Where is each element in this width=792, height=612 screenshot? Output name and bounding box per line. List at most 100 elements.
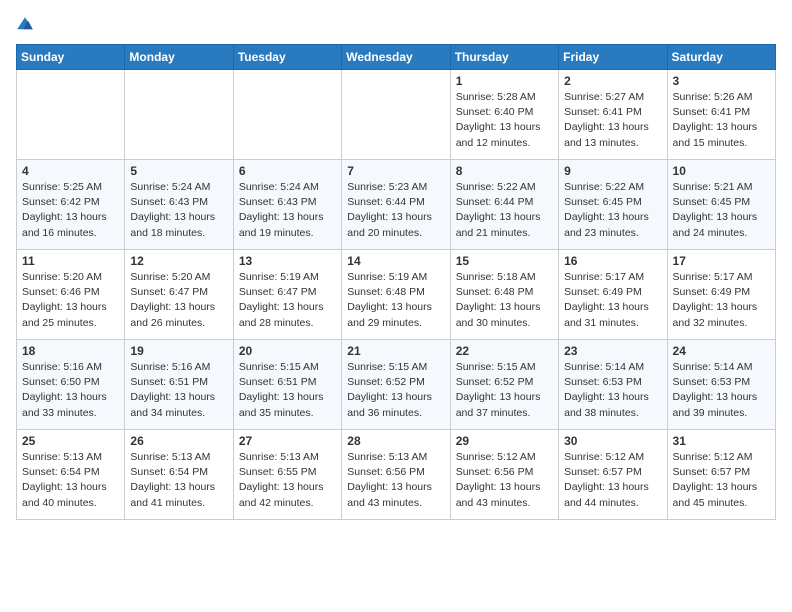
day-info: Sunrise: 5:17 AM Sunset: 6:49 PM Dayligh… bbox=[564, 270, 661, 331]
day-number: 19 bbox=[130, 344, 227, 358]
day-number: 17 bbox=[673, 254, 770, 268]
day-number: 8 bbox=[456, 164, 553, 178]
day-info: Sunrise: 5:28 AM Sunset: 6:40 PM Dayligh… bbox=[456, 90, 553, 151]
calendar-week-row: 1 Sunrise: 5:28 AM Sunset: 6:40 PM Daylig… bbox=[17, 70, 776, 160]
calendar-cell: 13 Sunrise: 5:19 AM Sunset: 6:47 PM Dayli… bbox=[233, 250, 341, 340]
day-number: 10 bbox=[673, 164, 770, 178]
weekday-header: Monday bbox=[125, 45, 233, 70]
day-info: Sunrise: 5:24 AM Sunset: 6:43 PM Dayligh… bbox=[130, 180, 227, 241]
calendar-week-row: 25Sunrise: 5:13 AM Sunset: 6:54 PM Dayli… bbox=[17, 430, 776, 520]
calendar-cell: 19 Sunrise: 5:16 AM Sunset: 6:51 PM Dayli… bbox=[125, 340, 233, 430]
day-number: 23 bbox=[564, 344, 661, 358]
day-info: Sunrise: 5:14 AM Sunset: 6:53 PM Dayligh… bbox=[564, 360, 661, 421]
day-info: Sunrise: 5:13 AM Sunset: 6:54 PM Dayligh… bbox=[22, 450, 119, 511]
day-info: Sunrise: 5:20 AM Sunset: 6:47 PM Dayligh… bbox=[130, 270, 227, 331]
calendar-cell: 4 Sunrise: 5:25 AM Sunset: 6:42 PM Daylig… bbox=[17, 160, 125, 250]
day-number: 22 bbox=[456, 344, 553, 358]
day-info: Sunrise: 5:19 AM Sunset: 6:47 PM Dayligh… bbox=[239, 270, 336, 331]
calendar-cell: 15 Sunrise: 5:18 AM Sunset: 6:48 PM Dayli… bbox=[450, 250, 558, 340]
calendar-week-row: 11 Sunrise: 5:20 AM Sunset: 6:46 PM Dayli… bbox=[17, 250, 776, 340]
day-info: Sunrise: 5:12 AM Sunset: 6:56 PM Dayligh… bbox=[456, 450, 553, 511]
day-info: Sunrise: 5:24 AM Sunset: 6:43 PM Dayligh… bbox=[239, 180, 336, 241]
calendar-cell: 12 Sunrise: 5:20 AM Sunset: 6:47 PM Dayli… bbox=[125, 250, 233, 340]
calendar-header-row: SundayMondayTuesdayWednesdayThursdayFrid… bbox=[17, 45, 776, 70]
day-info: Sunrise: 5:26 AM Sunset: 6:41 PM Dayligh… bbox=[673, 90, 770, 151]
calendar-cell: 2Sunrise: 5:27 AM Sunset: 6:41 PM Daylig… bbox=[559, 70, 667, 160]
day-info: Sunrise: 5:20 AM Sunset: 6:46 PM Dayligh… bbox=[22, 270, 119, 331]
weekday-header: Sunday bbox=[17, 45, 125, 70]
day-number: 16 bbox=[564, 254, 661, 268]
logo bbox=[16, 16, 38, 34]
calendar-cell: 29 Sunrise: 5:12 AM Sunset: 6:56 PM Dayli… bbox=[450, 430, 558, 520]
day-info: Sunrise: 5:22 AM Sunset: 6:44 PM Dayligh… bbox=[456, 180, 553, 241]
day-number: 3 bbox=[673, 74, 770, 88]
calendar-cell: 9Sunrise: 5:22 AM Sunset: 6:45 PM Daylig… bbox=[559, 160, 667, 250]
calendar-body: 1 Sunrise: 5:28 AM Sunset: 6:40 PM Daylig… bbox=[17, 70, 776, 520]
day-info: Sunrise: 5:14 AM Sunset: 6:53 PM Dayligh… bbox=[673, 360, 770, 421]
weekday-header: Tuesday bbox=[233, 45, 341, 70]
day-number: 18 bbox=[22, 344, 119, 358]
weekday-header: Saturday bbox=[667, 45, 775, 70]
calendar-week-row: 18 Sunrise: 5:16 AM Sunset: 6:50 PM Dayli… bbox=[17, 340, 776, 430]
day-number: 5 bbox=[130, 164, 227, 178]
day-info: Sunrise: 5:16 AM Sunset: 6:50 PM Dayligh… bbox=[22, 360, 119, 421]
day-info: Sunrise: 5:15 AM Sunset: 6:51 PM Dayligh… bbox=[239, 360, 336, 421]
calendar-week-row: 4 Sunrise: 5:25 AM Sunset: 6:42 PM Daylig… bbox=[17, 160, 776, 250]
calendar-cell: 7 Sunrise: 5:23 AM Sunset: 6:44 PM Daylig… bbox=[342, 160, 450, 250]
calendar-cell bbox=[233, 70, 341, 160]
day-number: 21 bbox=[347, 344, 444, 358]
day-number: 2 bbox=[564, 74, 661, 88]
calendar-cell bbox=[125, 70, 233, 160]
day-number: 12 bbox=[130, 254, 227, 268]
calendar-cell bbox=[342, 70, 450, 160]
day-number: 14 bbox=[347, 254, 444, 268]
day-number: 27 bbox=[239, 434, 336, 448]
day-info: Sunrise: 5:16 AM Sunset: 6:51 PM Dayligh… bbox=[130, 360, 227, 421]
calendar-cell: 26 Sunrise: 5:13 AM Sunset: 6:54 PM Dayli… bbox=[125, 430, 233, 520]
day-number: 20 bbox=[239, 344, 336, 358]
day-info: Sunrise: 5:12 AM Sunset: 6:57 PM Dayligh… bbox=[564, 450, 661, 511]
day-info: Sunrise: 5:25 AM Sunset: 6:42 PM Dayligh… bbox=[22, 180, 119, 241]
calendar-cell: 10 Sunrise: 5:21 AM Sunset: 6:45 PM Dayli… bbox=[667, 160, 775, 250]
day-info: Sunrise: 5:12 AM Sunset: 6:57 PM Dayligh… bbox=[673, 450, 770, 511]
calendar-cell: 3 Sunrise: 5:26 AM Sunset: 6:41 PM Daylig… bbox=[667, 70, 775, 160]
calendar-cell: 8 Sunrise: 5:22 AM Sunset: 6:44 PM Daylig… bbox=[450, 160, 558, 250]
weekday-header: Thursday bbox=[450, 45, 558, 70]
calendar-cell: 18 Sunrise: 5:16 AM Sunset: 6:50 PM Dayli… bbox=[17, 340, 125, 430]
calendar-cell: 23 Sunrise: 5:14 AM Sunset: 6:53 PM Dayli… bbox=[559, 340, 667, 430]
day-number: 29 bbox=[456, 434, 553, 448]
day-number: 1 bbox=[456, 74, 553, 88]
day-number: 24 bbox=[673, 344, 770, 358]
calendar-cell: 6Sunrise: 5:24 AM Sunset: 6:43 PM Daylig… bbox=[233, 160, 341, 250]
weekday-header: Friday bbox=[559, 45, 667, 70]
day-info: Sunrise: 5:18 AM Sunset: 6:48 PM Dayligh… bbox=[456, 270, 553, 331]
calendar-cell: 24 Sunrise: 5:14 AM Sunset: 6:53 PM Dayli… bbox=[667, 340, 775, 430]
day-number: 4 bbox=[22, 164, 119, 178]
logo-icon bbox=[16, 16, 34, 34]
day-number: 30 bbox=[564, 434, 661, 448]
day-info: Sunrise: 5:17 AM Sunset: 6:49 PM Dayligh… bbox=[673, 270, 770, 331]
page-header bbox=[16, 16, 776, 34]
day-number: 31 bbox=[673, 434, 770, 448]
calendar-cell: 21 Sunrise: 5:15 AM Sunset: 6:52 PM Dayli… bbox=[342, 340, 450, 430]
day-info: Sunrise: 5:15 AM Sunset: 6:52 PM Dayligh… bbox=[347, 360, 444, 421]
calendar-cell: 31 Sunrise: 5:12 AM Sunset: 6:57 PM Dayli… bbox=[667, 430, 775, 520]
calendar-cell: 1 Sunrise: 5:28 AM Sunset: 6:40 PM Daylig… bbox=[450, 70, 558, 160]
day-info: Sunrise: 5:23 AM Sunset: 6:44 PM Dayligh… bbox=[347, 180, 444, 241]
weekday-header: Wednesday bbox=[342, 45, 450, 70]
day-info: Sunrise: 5:13 AM Sunset: 6:54 PM Dayligh… bbox=[130, 450, 227, 511]
day-number: 13 bbox=[239, 254, 336, 268]
calendar-cell: 11 Sunrise: 5:20 AM Sunset: 6:46 PM Dayli… bbox=[17, 250, 125, 340]
day-info: Sunrise: 5:19 AM Sunset: 6:48 PM Dayligh… bbox=[347, 270, 444, 331]
day-number: 15 bbox=[456, 254, 553, 268]
calendar-cell: 17 Sunrise: 5:17 AM Sunset: 6:49 PM Dayli… bbox=[667, 250, 775, 340]
day-info: Sunrise: 5:15 AM Sunset: 6:52 PM Dayligh… bbox=[456, 360, 553, 421]
day-info: Sunrise: 5:22 AM Sunset: 6:45 PM Dayligh… bbox=[564, 180, 661, 241]
day-number: 11 bbox=[22, 254, 119, 268]
calendar-cell: 30 Sunrise: 5:12 AM Sunset: 6:57 PM Dayli… bbox=[559, 430, 667, 520]
day-info: Sunrise: 5:21 AM Sunset: 6:45 PM Dayligh… bbox=[673, 180, 770, 241]
day-number: 28 bbox=[347, 434, 444, 448]
day-info: Sunrise: 5:13 AM Sunset: 6:56 PM Dayligh… bbox=[347, 450, 444, 511]
day-number: 26 bbox=[130, 434, 227, 448]
day-number: 7 bbox=[347, 164, 444, 178]
